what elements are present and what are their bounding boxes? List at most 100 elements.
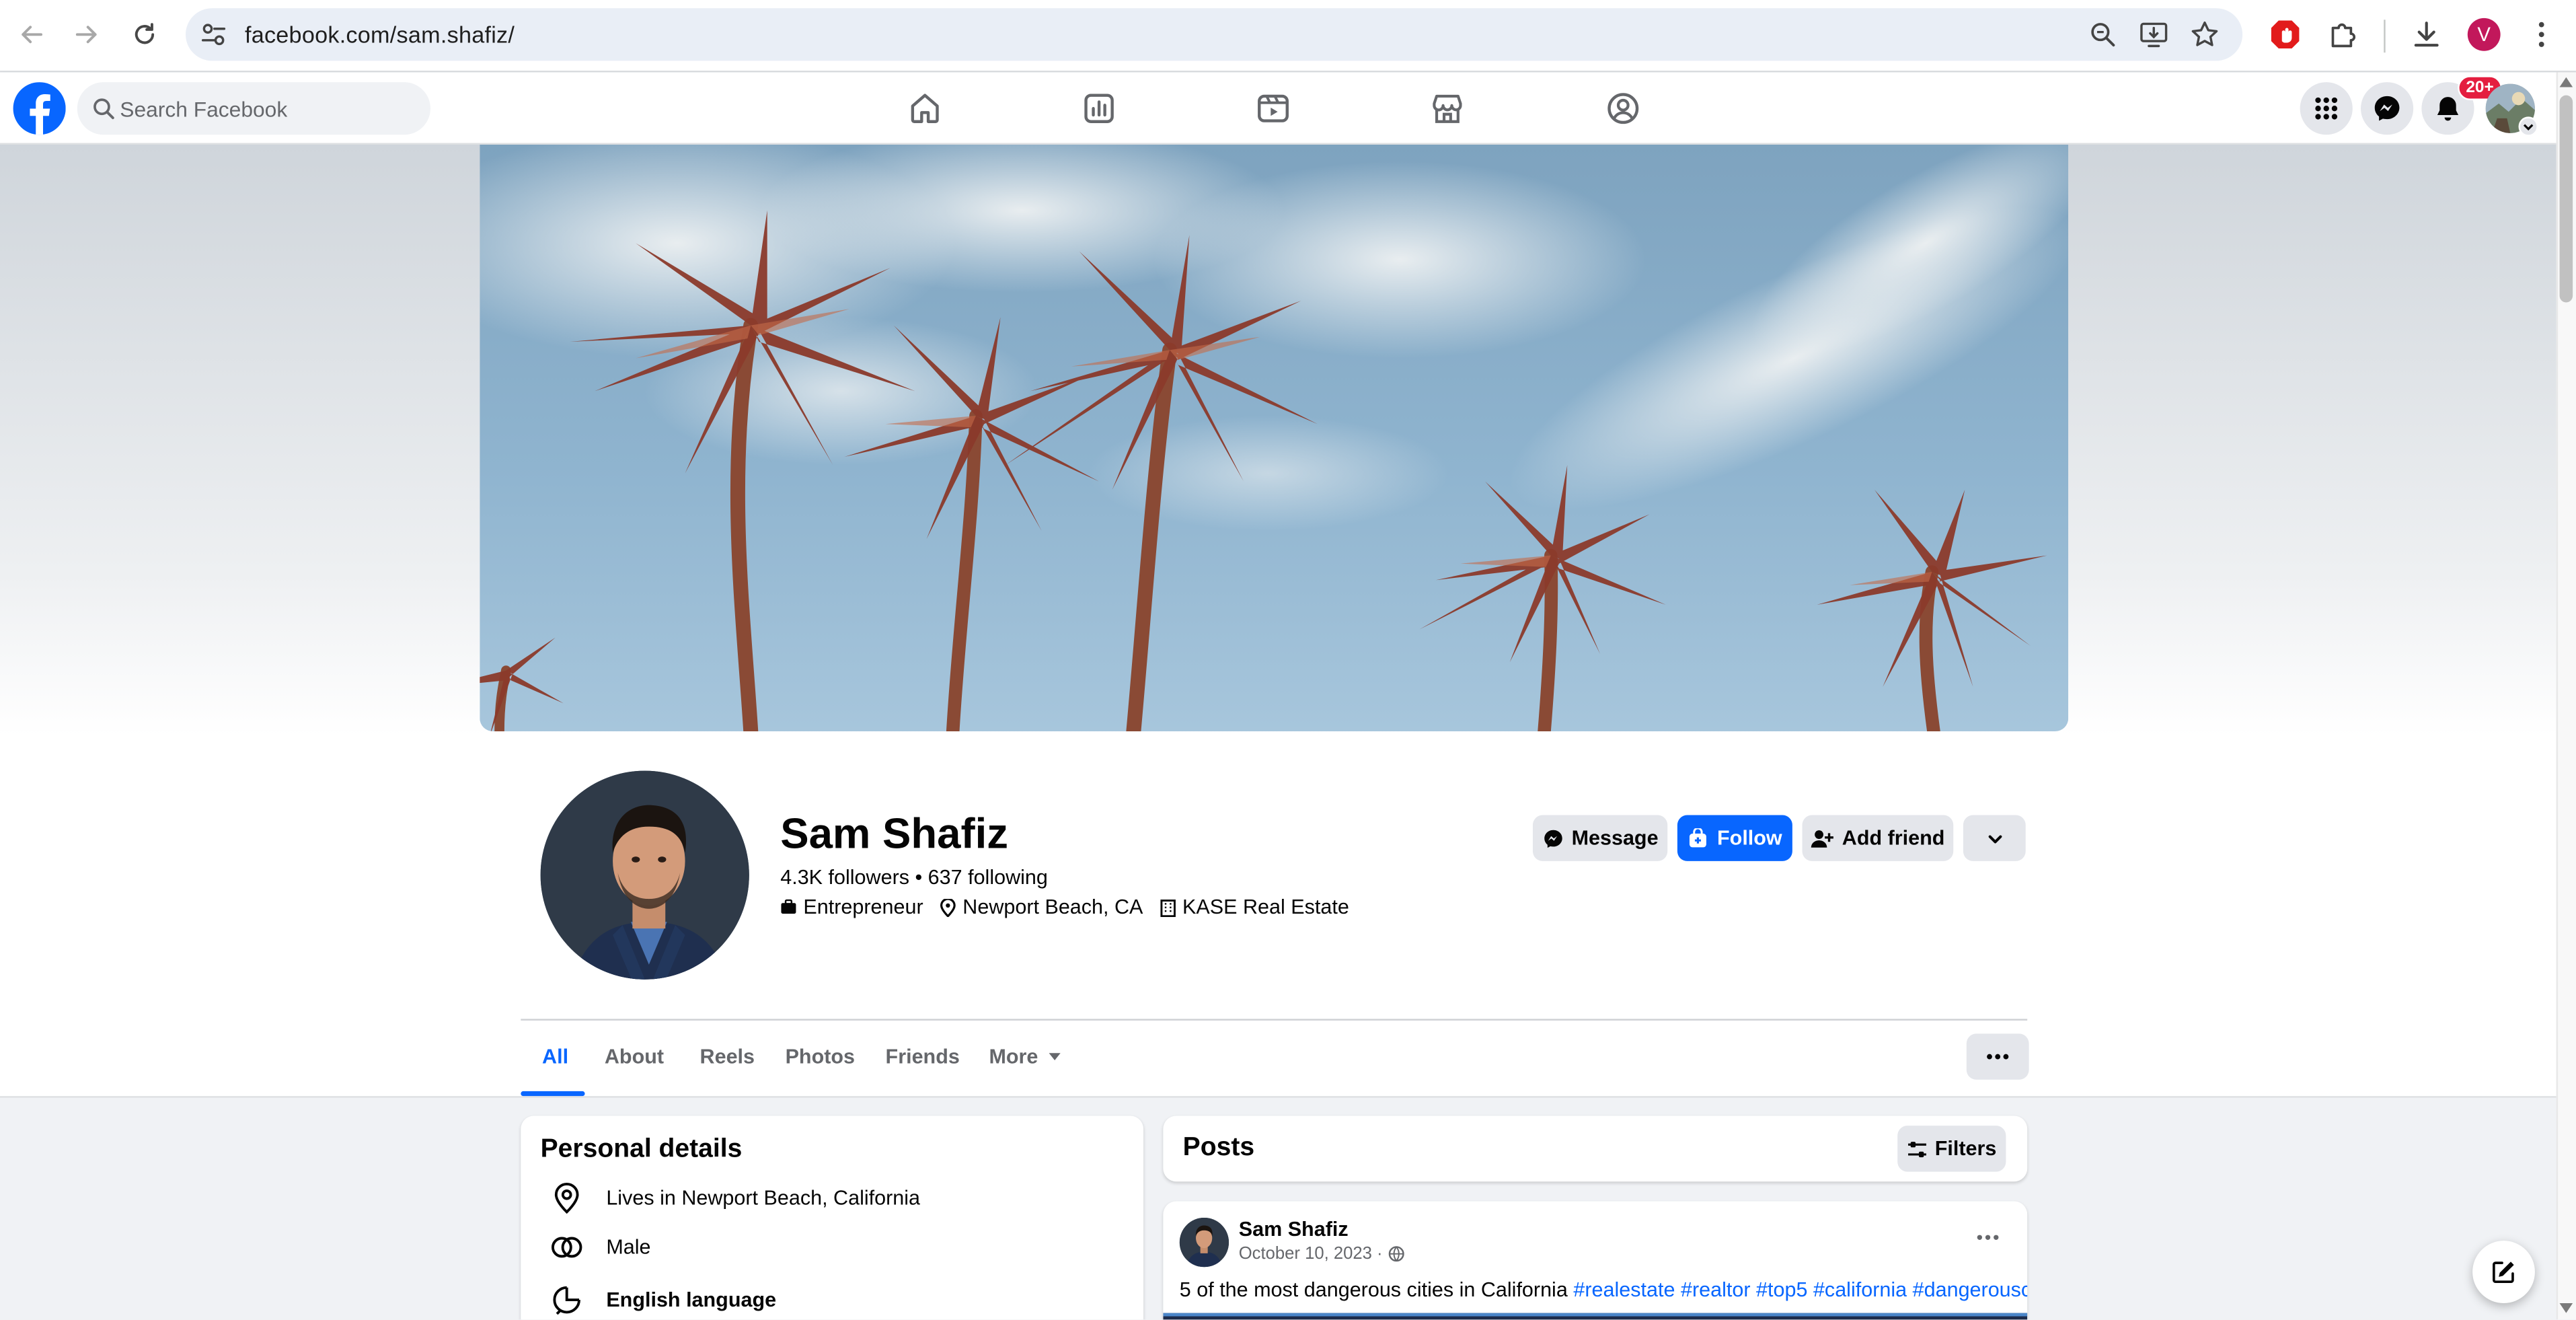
posts-title: Posts bbox=[1182, 1134, 1255, 1162]
facebook-logo-icon[interactable] bbox=[13, 82, 66, 135]
url-text[interactable]: facebook.com/sam.shafiz/ bbox=[245, 22, 515, 48]
profile-more-menu-button[interactable] bbox=[1966, 1033, 2029, 1080]
filters-sliders-icon bbox=[1907, 1140, 1926, 1157]
header-bottom-border bbox=[0, 1096, 2556, 1098]
header-divider bbox=[521, 1019, 2028, 1021]
scroll-down-arrow-icon[interactable] bbox=[2559, 1303, 2573, 1313]
location-pin-icon bbox=[541, 1181, 593, 1214]
company-text: KASE Real Estate bbox=[1182, 895, 1349, 919]
facebook-top-nav: 20+ bbox=[0, 72, 2576, 145]
messenger-icon bbox=[1544, 829, 1562, 847]
scrollbar-thumb[interactable] bbox=[2559, 95, 2573, 303]
tab-about[interactable]: About bbox=[605, 1045, 664, 1068]
adblock-extension-icon[interactable] bbox=[2269, 18, 2302, 51]
briefcase-icon bbox=[781, 899, 796, 914]
tab-reels[interactable]: Reels bbox=[700, 1045, 755, 1068]
tab-friends[interactable]: Friends bbox=[886, 1045, 960, 1068]
chevron-down-icon bbox=[1987, 834, 2002, 843]
building-icon bbox=[1160, 898, 1176, 916]
followers-count[interactable]: 4.3K followers • 637 following bbox=[780, 866, 1048, 889]
gender-text: Male bbox=[606, 1235, 651, 1259]
add-friend-icon bbox=[1811, 829, 1834, 847]
post-media-preview[interactable] bbox=[1163, 1313, 2028, 1320]
location-pin-icon bbox=[940, 897, 956, 916]
post-author-name[interactable]: Sam Shafiz bbox=[1239, 1218, 1349, 1241]
back-icon[interactable] bbox=[13, 16, 50, 52]
browser-toolbar: facebook.com/sam.shafiz/ V bbox=[0, 0, 2576, 73]
post-card: Sam Shafiz October 10, 2023 · 5 of the m… bbox=[1163, 1201, 2028, 1320]
location-chip: Newport Beach, CA bbox=[940, 895, 1143, 918]
company-chip: KASE Real Estate bbox=[1160, 895, 1349, 918]
toolbar-separator bbox=[2384, 20, 2386, 53]
site-settings-icon[interactable] bbox=[199, 20, 229, 49]
tab-photos[interactable]: Photos bbox=[786, 1045, 855, 1068]
filters-button-label: Filters bbox=[1934, 1137, 1997, 1161]
install-app-icon[interactable] bbox=[2139, 20, 2168, 49]
personal-details-card: Personal details Lives in Newport Beach,… bbox=[521, 1115, 1144, 1320]
search-icon bbox=[92, 97, 115, 120]
detail-row-language: English language bbox=[541, 1282, 777, 1318]
hashtag-link[interactable]: #top5 bbox=[1756, 1278, 1807, 1301]
post-author-avatar[interactable] bbox=[1179, 1217, 1229, 1268]
marketplace-icon[interactable] bbox=[1425, 85, 1470, 131]
ellipsis-icon bbox=[1987, 1054, 2009, 1060]
hashtag-link[interactable]: #dangerouscity bbox=[1913, 1278, 2028, 1301]
gender-icon bbox=[541, 1234, 593, 1260]
location-text: Newport Beach, CA bbox=[962, 895, 1143, 919]
filters-button[interactable]: Filters bbox=[1897, 1126, 2006, 1172]
active-tab-indicator bbox=[521, 1091, 585, 1097]
detail-row-gender: Male bbox=[541, 1229, 651, 1266]
globe-icon bbox=[1388, 1246, 1404, 1262]
work-title: Entrepreneur bbox=[803, 895, 923, 919]
reload-icon[interactable] bbox=[126, 16, 163, 52]
tab-all[interactable]: All bbox=[542, 1045, 568, 1068]
download-icon[interactable] bbox=[2410, 18, 2443, 51]
hashtag-link[interactable]: #california bbox=[1813, 1278, 1907, 1301]
account-menu-chevron-icon[interactable] bbox=[2518, 116, 2538, 137]
personal-details-title: Personal details bbox=[540, 1135, 743, 1164]
dashboard-icon[interactable] bbox=[1076, 85, 1122, 131]
cover-photo[interactable] bbox=[480, 144, 2069, 731]
post-text: 5 of the most dangerous cities in Califo… bbox=[1180, 1278, 2027, 1301]
video-icon[interactable] bbox=[1250, 85, 1296, 131]
compose-pencil-icon bbox=[2493, 1261, 2514, 1284]
add-friend-button-label: Add friend bbox=[1842, 826, 1945, 850]
language-text: English language bbox=[606, 1288, 777, 1312]
zoom-icon[interactable] bbox=[2088, 20, 2118, 49]
hashtag-link[interactable]: #realestate bbox=[1573, 1278, 1675, 1301]
detail-row-residence: Lives in Newport Beach, California bbox=[541, 1180, 920, 1216]
scroll-up-arrow-icon[interactable] bbox=[2559, 77, 2573, 87]
menu-grid-icon[interactable] bbox=[2300, 82, 2353, 135]
caret-down-icon bbox=[1049, 1053, 1061, 1060]
work-title-chip: Entrepreneur bbox=[780, 895, 923, 918]
search-input[interactable] bbox=[120, 82, 424, 135]
messenger-icon[interactable] bbox=[2361, 82, 2414, 135]
follow-icon bbox=[1690, 827, 1707, 847]
bookmark-star-icon[interactable] bbox=[2190, 20, 2220, 49]
extensions-puzzle-icon[interactable] bbox=[2326, 18, 2359, 51]
home-icon[interactable] bbox=[902, 85, 948, 131]
post-body-text: 5 of the most dangerous cities in Califo… bbox=[1179, 1278, 1568, 1302]
tab-more[interactable]: More bbox=[989, 1045, 1061, 1068]
gaming-icon[interactable] bbox=[1600, 85, 1646, 131]
address-bar[interactable]: facebook.com/sam.shafiz/ bbox=[186, 8, 2243, 61]
profile-intro-line: Entrepreneur Newport Beach, CA KASE Real… bbox=[780, 895, 1365, 918]
posts-header-card: Posts Filters bbox=[1163, 1115, 2028, 1182]
new-message-compose-button[interactable] bbox=[2472, 1241, 2535, 1303]
follow-button[interactable]: Follow bbox=[1677, 815, 1792, 861]
post-date-text: October 10, 2023 · bbox=[1238, 1244, 1383, 1264]
post-options-button[interactable] bbox=[1970, 1221, 2006, 1254]
ellipsis-icon bbox=[1977, 1235, 1999, 1240]
kebab-menu-icon[interactable] bbox=[2525, 18, 2558, 51]
profile-picture[interactable] bbox=[535, 766, 755, 985]
facebook-search-box[interactable] bbox=[77, 82, 430, 135]
hashtag-link[interactable]: #realtor bbox=[1681, 1278, 1751, 1301]
message-button-label: Message bbox=[1571, 826, 1659, 850]
add-friend-button[interactable]: Add friend bbox=[1802, 815, 1954, 861]
post-timestamp[interactable]: October 10, 2023 · bbox=[1239, 1244, 1404, 1263]
more-options-dropdown-button[interactable] bbox=[1963, 815, 2026, 861]
browser-profile-avatar[interactable]: V bbox=[2467, 17, 2501, 51]
message-button[interactable]: Message bbox=[1532, 815, 1668, 861]
forward-icon[interactable] bbox=[69, 16, 106, 52]
residence-text: Lives in Newport Beach, California bbox=[606, 1186, 921, 1210]
